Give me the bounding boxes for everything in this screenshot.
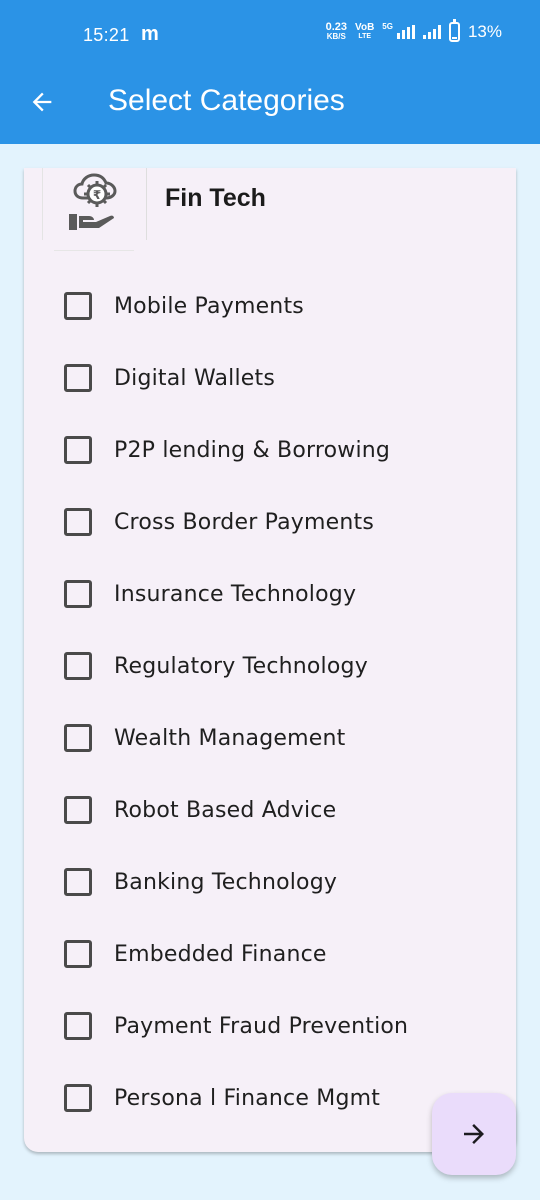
battery-percent: 13%: [467, 22, 502, 41]
status-icons: 0.23 KB/S VoB LTE 5G 13%: [325, 19, 502, 42]
option-mobile-payments[interactable]: Mobile Payments: [64, 278, 504, 334]
option-label: Embedded Finance: [114, 941, 327, 967]
checkbox[interactable]: [64, 436, 92, 464]
option-label: Cross Border Payments: [114, 509, 375, 535]
back-button[interactable]: [22, 82, 62, 122]
option-label: Mobile Payments: [114, 293, 304, 319]
status-bar: 15:21 m 0.23 KB/S VoB LTE 5G 13%: [0, 0, 540, 72]
page-title: Select Categories: [108, 84, 345, 117]
checkbox[interactable]: [64, 1084, 92, 1112]
option-label: Payment Fraud Prevention: [114, 1013, 409, 1039]
battery-icon: [448, 19, 460, 42]
checkbox[interactable]: [64, 364, 92, 392]
arrow-left-icon: [32, 92, 52, 112]
option-label: Persona l Finance Mgmt: [114, 1085, 381, 1111]
option-label: Digital Wallets: [114, 365, 276, 391]
checkbox[interactable]: [64, 580, 92, 608]
option-wealth-management[interactable]: Wealth Management: [64, 710, 504, 766]
option-robot-based-advice[interactable]: Robot Based Advice: [64, 782, 504, 838]
checkbox[interactable]: [64, 652, 92, 680]
checkbox[interactable]: [64, 508, 92, 536]
option-embedded-finance[interactable]: Embedded Finance: [64, 926, 504, 982]
option-label: Insurance Technology: [114, 581, 357, 607]
signal-icon-2: [422, 25, 441, 39]
option-regulatory-technology[interactable]: Regulatory Technology: [64, 638, 504, 694]
category-divider: [54, 250, 134, 251]
checkbox[interactable]: [64, 1012, 92, 1040]
checkbox[interactable]: [64, 292, 92, 320]
checkbox[interactable]: [64, 868, 92, 896]
option-label: Regulatory Technology: [114, 653, 368, 679]
option-label: Wealth Management: [114, 725, 346, 751]
app-bar: 15:21 m 0.23 KB/S VoB LTE 5G 13% Select …: [0, 0, 540, 144]
net-speed-unit: KB/S: [326, 32, 346, 41]
network-type: 5G: [382, 22, 393, 31]
option-label: Robot Based Advice: [114, 797, 337, 823]
status-time: 15:21: [83, 25, 130, 45]
app-notification-icon: m: [141, 23, 159, 45]
volte-bottom: LTE: [358, 33, 372, 40]
volte-icon: VoB LTE: [355, 23, 374, 41]
checkbox[interactable]: [64, 724, 92, 752]
arrow-right-icon: [464, 1124, 484, 1144]
option-payment-fraud-prevention[interactable]: Payment Fraud Prevention: [64, 998, 504, 1054]
option-digital-wallets[interactable]: Digital Wallets: [64, 350, 504, 406]
next-button[interactable]: [432, 1093, 516, 1175]
option-banking-technology[interactable]: Banking Technology: [64, 854, 504, 910]
category-name: Fin Tech: [165, 184, 266, 212]
signal-icon: [396, 25, 415, 39]
option-label: P2P lending & Borrowing: [114, 437, 391, 463]
checkbox[interactable]: [64, 940, 92, 968]
category-card: ₹ Fin Tech Mobile Payments Digital Walle…: [24, 168, 516, 1152]
option-insurance-technology[interactable]: Insurance Technology: [64, 566, 504, 622]
option-cross-border-payments[interactable]: Cross Border Payments: [64, 494, 504, 550]
checkbox[interactable]: [64, 796, 92, 824]
fintech-hand-coin-icon: ₹: [68, 173, 117, 230]
net-speed: 0.23 KB/S: [325, 21, 348, 42]
option-label: Banking Technology: [114, 869, 338, 895]
net-speed-value: 0.23: [325, 21, 348, 33]
option-p2p-lending[interactable]: P2P lending & Borrowing: [64, 422, 504, 478]
category-icon-box: ₹: [42, 168, 147, 240]
volte-top: VoB: [355, 22, 375, 33]
svg-text:₹: ₹: [92, 188, 100, 202]
